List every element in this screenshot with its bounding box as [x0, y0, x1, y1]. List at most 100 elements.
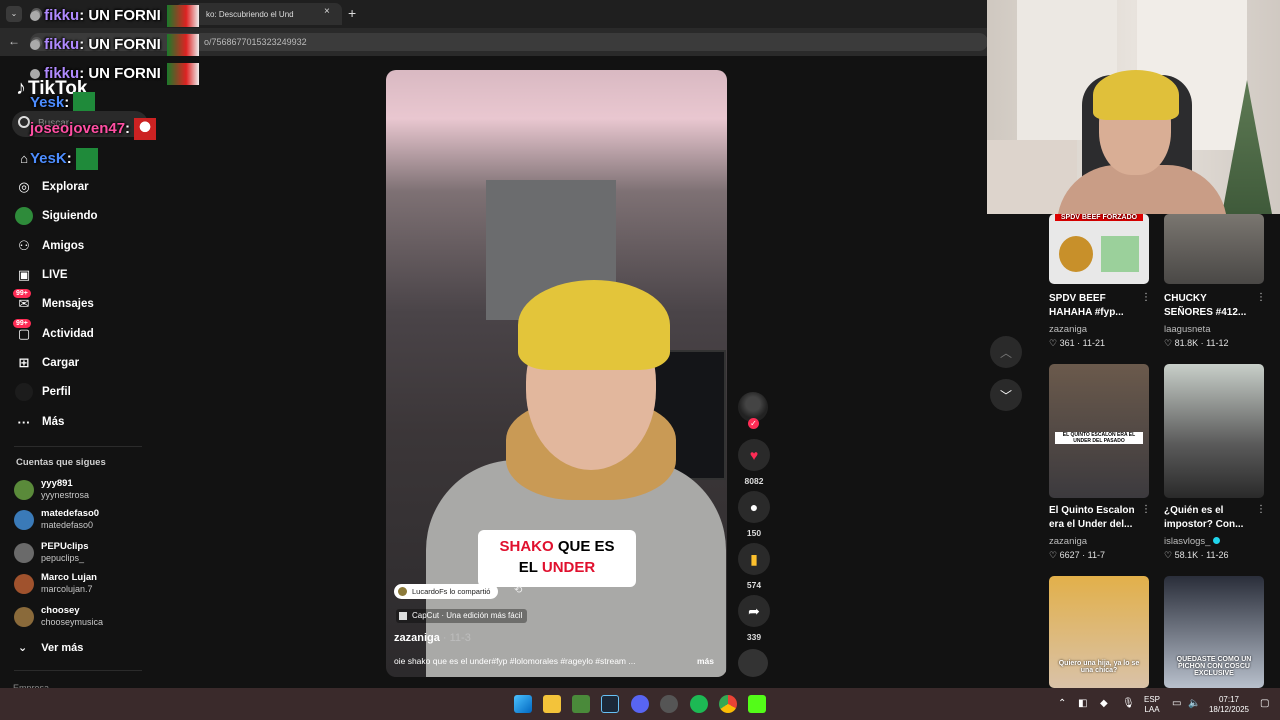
followed-account[interactable]: choosey chooseymusica	[14, 604, 144, 630]
sidebar-item-cargar[interactable]: ⊞ Cargar	[15, 353, 80, 373]
comment-button[interactable]: ●	[738, 491, 770, 523]
followed-account[interactable]: Marco Lujan marcolujan.7	[14, 571, 144, 597]
chevron-up-icon[interactable]: ⌃	[1058, 698, 1066, 709]
steam-icon[interactable]	[601, 695, 619, 713]
video-author[interactable]: zazaniga · 11-3	[394, 632, 471, 644]
capcut-link[interactable]: CapCut · Una edición más fácil	[396, 609, 528, 623]
tray-app-icon[interactable]: ◧	[1078, 698, 1087, 709]
volume-icon[interactable]: 🔈	[1188, 698, 1200, 709]
sound-avatar[interactable]	[738, 649, 768, 677]
ver-mas-button[interactable]: ⌄ Ver más	[18, 641, 83, 654]
sidebar-item-actividad[interactable]: ▢ 99+ Actividad	[13, 319, 94, 344]
shared-by-pill[interactable]: LucardoFs lo compartió	[394, 584, 499, 599]
thumbnail-text: Quiero una hija, ya lo se una chica?	[1058, 660, 1140, 674]
new-tab-button[interactable]: +	[348, 5, 356, 21]
ver-mas-label: Ver más	[41, 642, 84, 654]
tab-close-icon[interactable]: ×	[324, 6, 330, 17]
sharer-avatar	[398, 587, 407, 596]
thumbnail-character	[1101, 236, 1139, 272]
card-title-line: impostor? Con...	[1164, 519, 1244, 530]
chat-text: : UN FORNI	[79, 64, 161, 82]
card-stats: ♡ 81.8K · 11-12	[1164, 338, 1229, 348]
chevron-down-icon: ﹀	[999, 388, 1012, 403]
back-arrow-icon[interactable]: ←	[8, 34, 20, 48]
card-author[interactable]: zazaniga	[1049, 324, 1087, 335]
video-description: oie shako que es el under#fyp #lolomoral…	[394, 656, 636, 666]
search-icon[interactable]	[18, 116, 30, 128]
previous-video-button[interactable]: ︿	[990, 336, 1022, 368]
card-likes: 58.1K	[1174, 550, 1199, 560]
card-menu-icon[interactable]: ⋮	[1256, 504, 1266, 515]
tab-search-button[interactable]: ⌄	[6, 6, 22, 22]
account-name: PEPUclips	[41, 541, 89, 552]
video-thumbnail[interactable]: Quiero una hija, ya lo se una chica?	[1049, 576, 1149, 688]
chat-message: fikku: UN FORNI	[30, 34, 200, 56]
follow-plus-icon[interactable]: ✓	[748, 418, 759, 429]
more-button[interactable]: más	[697, 656, 714, 666]
card-date: 11-26	[1206, 550, 1229, 560]
network-icon[interactable]: ▭	[1172, 698, 1181, 709]
obs-icon[interactable]	[660, 695, 678, 713]
card-author[interactable]: zazaniga	[1049, 536, 1087, 547]
kick-icon[interactable]	[748, 695, 766, 713]
microphone-icon[interactable]: 🎙	[1122, 698, 1135, 709]
video-thumbnail[interactable]	[1164, 214, 1264, 284]
tray-app-icon[interactable]: ◆	[1100, 698, 1108, 709]
tiktok-note-icon: ♪	[16, 77, 26, 99]
activity-icon: ▢ 99+	[13, 319, 33, 343]
heart-outline-icon: ♡	[1049, 550, 1058, 560]
video-thumbnail[interactable]: EL QUINTO ESCALON ERA EL UNDER DEL PASAD…	[1049, 364, 1149, 498]
windows-start-icon[interactable]	[514, 695, 532, 713]
followed-account[interactable]: matedefaso0 matedefaso0	[14, 507, 144, 533]
minecraft-icon[interactable]	[572, 695, 590, 713]
chat-user: YesK	[30, 149, 67, 167]
card-title-line: CHUCKY	[1164, 293, 1207, 304]
video-caption-box: SHAKO QUE ES EL UNDER	[478, 530, 636, 587]
heart-outline-icon: ♡	[1164, 338, 1173, 348]
chrome-icon[interactable]	[719, 695, 737, 713]
notifications-icon[interactable]: ▢	[1260, 698, 1269, 709]
card-author[interactable]: laagusneta	[1164, 324, 1210, 335]
sidebar-item-mensajes[interactable]: ✉ 99+ Mensajes	[13, 289, 94, 314]
sidebar-item-siguiendo[interactable]: Siguiendo	[15, 206, 98, 226]
sidebar-item-explorar[interactable]: ◎ Explorar	[15, 177, 88, 197]
next-video-button[interactable]: ﹀	[990, 379, 1022, 411]
account-username: matedefaso0	[41, 520, 94, 530]
sidebar-item-label: Más	[42, 416, 65, 428]
chat-message: joseojoven47:	[30, 118, 157, 140]
sidebar-item-label: Amigos	[42, 240, 85, 252]
sidebar-item-mas[interactable]: ··· Más	[15, 412, 65, 432]
video-player[interactable]: SHAKO QUE ES EL UNDER LucardoFs lo compa…	[386, 70, 727, 677]
caption-text: QUE ES	[553, 538, 615, 555]
followed-account[interactable]: PEPUclips pepuclips_	[14, 540, 144, 566]
sidebar-divider	[14, 670, 142, 671]
thumbnail-text: QUEDASTE COMO UN PICHON CON COSCU EXCLUS…	[1176, 656, 1252, 677]
save-button[interactable]: ▮	[738, 543, 770, 575]
share-button[interactable]: ➦	[738, 595, 770, 627]
active-tab[interactable]: ko: Descubriendo el Und	[176, 3, 342, 25]
video-thumbnail[interactable]: SPDV BEEF FORZADO	[1049, 214, 1149, 284]
caption-text: SHAKO	[499, 538, 554, 555]
video-thumbnail[interactable]	[1164, 364, 1264, 498]
sidebar-item-perfil[interactable]: Perfil	[15, 382, 71, 402]
spotify-icon[interactable]	[690, 695, 708, 713]
file-explorer-icon[interactable]	[543, 695, 561, 713]
sidebar-item-live[interactable]: ▣ LIVE	[15, 265, 68, 285]
card-author[interactable]: islasvlogs_	[1164, 536, 1221, 547]
card-menu-icon[interactable]: ⋮	[1141, 292, 1151, 303]
video-thumbnail[interactable]: QUEDASTE COMO UN PICHON CON COSCU EXCLUS…	[1164, 576, 1264, 688]
language-indicator[interactable]: ESP LAA	[1140, 695, 1164, 715]
profile-icon	[15, 383, 33, 401]
followed-account[interactable]: yyy891 yyynestrosa	[14, 477, 144, 503]
card-menu-icon[interactable]: ⋮	[1141, 504, 1151, 515]
sidebar-item-amigos[interactable]: ⚇ Amigos	[15, 236, 84, 256]
discord-icon[interactable]	[631, 695, 649, 713]
sidebar-item-label: Perfil	[42, 386, 71, 398]
like-button[interactable]: ♥	[738, 439, 770, 471]
share-count: 339	[746, 632, 762, 642]
system-clock[interactable]: 07:17 18/12/2025	[1202, 695, 1256, 715]
comment-icon: ●	[749, 499, 759, 515]
card-title-line: HAHAHA #fyp...	[1049, 307, 1124, 318]
share-arrow-icon: ➦	[748, 602, 760, 619]
card-menu-icon[interactable]: ⋮	[1256, 292, 1266, 303]
